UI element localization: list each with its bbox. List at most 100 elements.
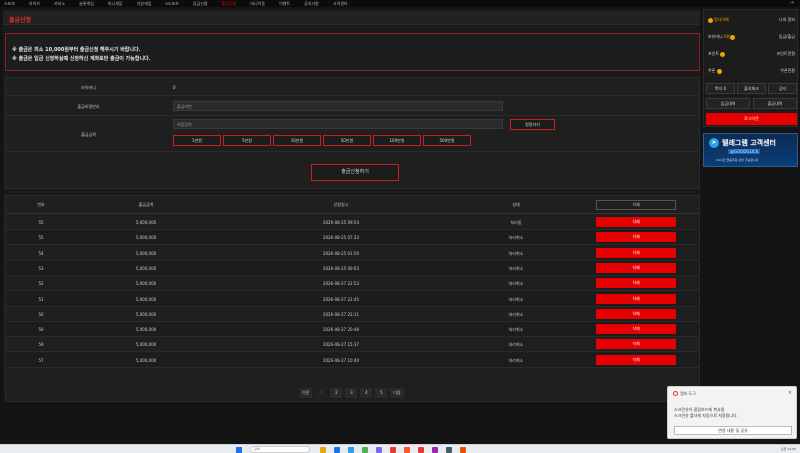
- coupon-row: 쿠폰 쿠폰전환: [706, 66, 797, 77]
- delete-button[interactable]: 삭제: [596, 339, 676, 350]
- nav-item[interactable]: 카지노: [54, 1, 65, 7]
- header-amount: 출금금액: [138, 202, 154, 207]
- amount-quick-button[interactable]: 50만원: [323, 135, 371, 146]
- delete-button[interactable]: 삭제: [596, 293, 676, 304]
- nav-item[interactable]: 공지사항: [304, 1, 319, 7]
- nav-item[interactable]: 라이브: [29, 1, 40, 7]
- nav-item[interactable]: 이벤트: [279, 1, 290, 7]
- coupon-exchange-link[interactable]: 쿠폰전환: [780, 68, 795, 74]
- amount-quick-button[interactable]: 100만원: [373, 135, 421, 146]
- table-row: 50 5,000,000 2026-08-27 22:11 처리취소 삭제: [6, 307, 699, 322]
- banner-handle: @GOODGLICK: [728, 149, 761, 154]
- row-date: 2026-08-27 15:37: [322, 342, 360, 348]
- password-input[interactable]: 출금비번: [173, 101, 503, 111]
- edit-share-button[interactable]: 변경 내용 및 공유: [674, 426, 792, 435]
- app-icon[interactable]: [418, 447, 424, 453]
- amount-input[interactable]: 직접입력: [173, 119, 503, 129]
- nav-item[interactable]: 가상게임: [137, 1, 152, 7]
- point-row: 포인트 포인트전환: [706, 49, 797, 60]
- table-row: 52 5,000,000 2026-08-27 22:53 처리취소 삭제: [6, 276, 699, 292]
- nav-item[interactable]: 출금신청: [222, 1, 237, 7]
- delete-button[interactable]: 삭제: [596, 217, 676, 227]
- app-icon[interactable]: [460, 447, 466, 453]
- submit-withdraw-button[interactable]: 출금신청하기: [311, 164, 399, 181]
- withdraw-list-button[interactable]: 출금내역: [753, 98, 797, 109]
- pager-prev-button[interactable]: 이전: [299, 388, 313, 398]
- edge-icon[interactable]: [334, 447, 340, 453]
- windows-start-icon[interactable]: [236, 447, 242, 453]
- note-button[interactable]: 쪽지 0: [706, 83, 735, 94]
- row-date: 2026-08-27 10:40: [322, 357, 360, 363]
- password-row: 출금비밀번호 출금비번: [6, 96, 699, 116]
- nav-item[interactable]: 입금신청: [193, 1, 208, 7]
- taskbar: 검색 오전 11:55: [0, 444, 800, 453]
- table-row: 51 5,000,000 2026-08-27 22:45 처리취소 삭제: [6, 291, 699, 307]
- nav-item[interactable]: 슬롯게임: [79, 1, 94, 7]
- row-no: 50: [38, 327, 44, 333]
- app-icon[interactable]: [446, 447, 452, 453]
- taskbar-search-input[interactable]: 검색: [250, 446, 310, 453]
- amount-row: 출금금액 직접입력 정정하기 1만원 5만원 10만원 50만원 100만원 500만원: [6, 116, 699, 152]
- deposit-list-button[interactable]: 입금내역: [706, 98, 750, 109]
- close-icon[interactable]: ×: [788, 390, 792, 396]
- delete-button[interactable]: 삭제: [596, 278, 676, 289]
- nav-arrow-icon[interactable]: →: [790, 0, 794, 6]
- nav-item[interactable]: 고객센터: [333, 1, 348, 7]
- logout-button[interactable]: 로그아웃: [706, 113, 797, 125]
- row-amount: 5,000,000: [135, 296, 157, 302]
- store-icon[interactable]: [348, 447, 354, 453]
- nav-item[interactable]: 머니이동: [250, 1, 265, 7]
- amount-label: 출금금액: [81, 132, 96, 137]
- row-status: 처리취소: [508, 281, 524, 287]
- app-icon[interactable]: [376, 447, 382, 453]
- delete-button[interactable]: 삭제: [596, 308, 676, 319]
- coupon-icon: [716, 68, 722, 74]
- table-row: 55 5,000,000 2026-08-25 07:33 처리취소 삭제: [6, 230, 699, 246]
- telegram-banner[interactable]: ➤ 텔레그램 고객센터 @GOODGLICK 24시간 연중무휴 상담 가능합니…: [703, 133, 798, 167]
- amount-quick-button[interactable]: 500만원: [423, 135, 471, 146]
- notice-button[interactable]: 공지: [768, 83, 797, 94]
- delete-button[interactable]: 삭제: [596, 247, 676, 258]
- notification-line-2: 스크린샷 폴더에 자동으로 저장됩니다.: [674, 413, 738, 418]
- nav-item[interactable]: e스포츠: [165, 1, 179, 7]
- delete-button[interactable]: 삭제: [596, 262, 676, 273]
- pagination: 이전 1 2 3 4 5 다음: [299, 388, 404, 398]
- nav-item[interactable]: 스포츠: [4, 1, 15, 7]
- attendance-button[interactable]: 출석체크: [737, 83, 766, 94]
- amount-quick-button[interactable]: 5만원: [223, 135, 271, 146]
- pager-page-button[interactable]: 5: [375, 388, 388, 398]
- pager-page-button[interactable]: 1: [315, 388, 328, 398]
- row-status: 처리취소: [508, 357, 524, 363]
- chrome-icon[interactable]: [390, 447, 396, 453]
- row-amount: 5,000,000: [135, 250, 157, 256]
- table-row: 53 5,000,000 2026-08-25 00:03 처리취소 삭제: [6, 260, 699, 276]
- delete-button[interactable]: 삭제: [596, 324, 676, 335]
- app-icon[interactable]: [362, 447, 368, 453]
- reset-button[interactable]: 정정하기: [510, 119, 555, 130]
- snipping-notification[interactable]: 캡처 도구 × 스크린샷이 클립보드에 복사됨 스크린샷 폴더에 자동으로 저장…: [667, 386, 797, 439]
- row-date: 2026-08-25 01:50: [322, 250, 360, 256]
- pager-page-button[interactable]: 2: [330, 388, 343, 398]
- pager-page-button[interactable]: 3: [345, 388, 358, 398]
- delete-button[interactable]: 삭제: [596, 232, 676, 243]
- file-explorer-icon[interactable]: [320, 447, 326, 453]
- money-row: 보유머니 0원 입금/출금: [706, 32, 797, 43]
- row-amount: 5,000,000: [135, 281, 157, 287]
- table-row: 50 5,000,000 2026-08-27 20:48 처리취소 삭제: [6, 322, 699, 338]
- delete-button[interactable]: 삭제: [596, 354, 676, 365]
- row-no: 57: [38, 357, 44, 363]
- row-amount: 5,000,000: [135, 220, 157, 225]
- notification-title: 캡처 도구: [680, 391, 696, 396]
- row-no: 59: [38, 342, 44, 348]
- pager-page-button[interactable]: 4: [360, 388, 373, 398]
- point-exchange-link[interactable]: 포인트전환: [777, 51, 795, 57]
- amount-quick-button[interactable]: 1만원: [173, 135, 221, 146]
- deposit-withdraw-link[interactable]: 입금/출금: [779, 34, 795, 40]
- app-icon[interactable]: [404, 447, 410, 453]
- app-icon[interactable]: [432, 447, 438, 453]
- nav-item[interactable]: 미니게임: [108, 1, 123, 7]
- pager-next-button[interactable]: 다음: [390, 388, 404, 398]
- amount-quick-button[interactable]: 10만원: [273, 135, 321, 146]
- mypage-link[interactable]: 나의 정보: [779, 17, 795, 23]
- row-date: 2026-08-25 07:33: [322, 235, 360, 241]
